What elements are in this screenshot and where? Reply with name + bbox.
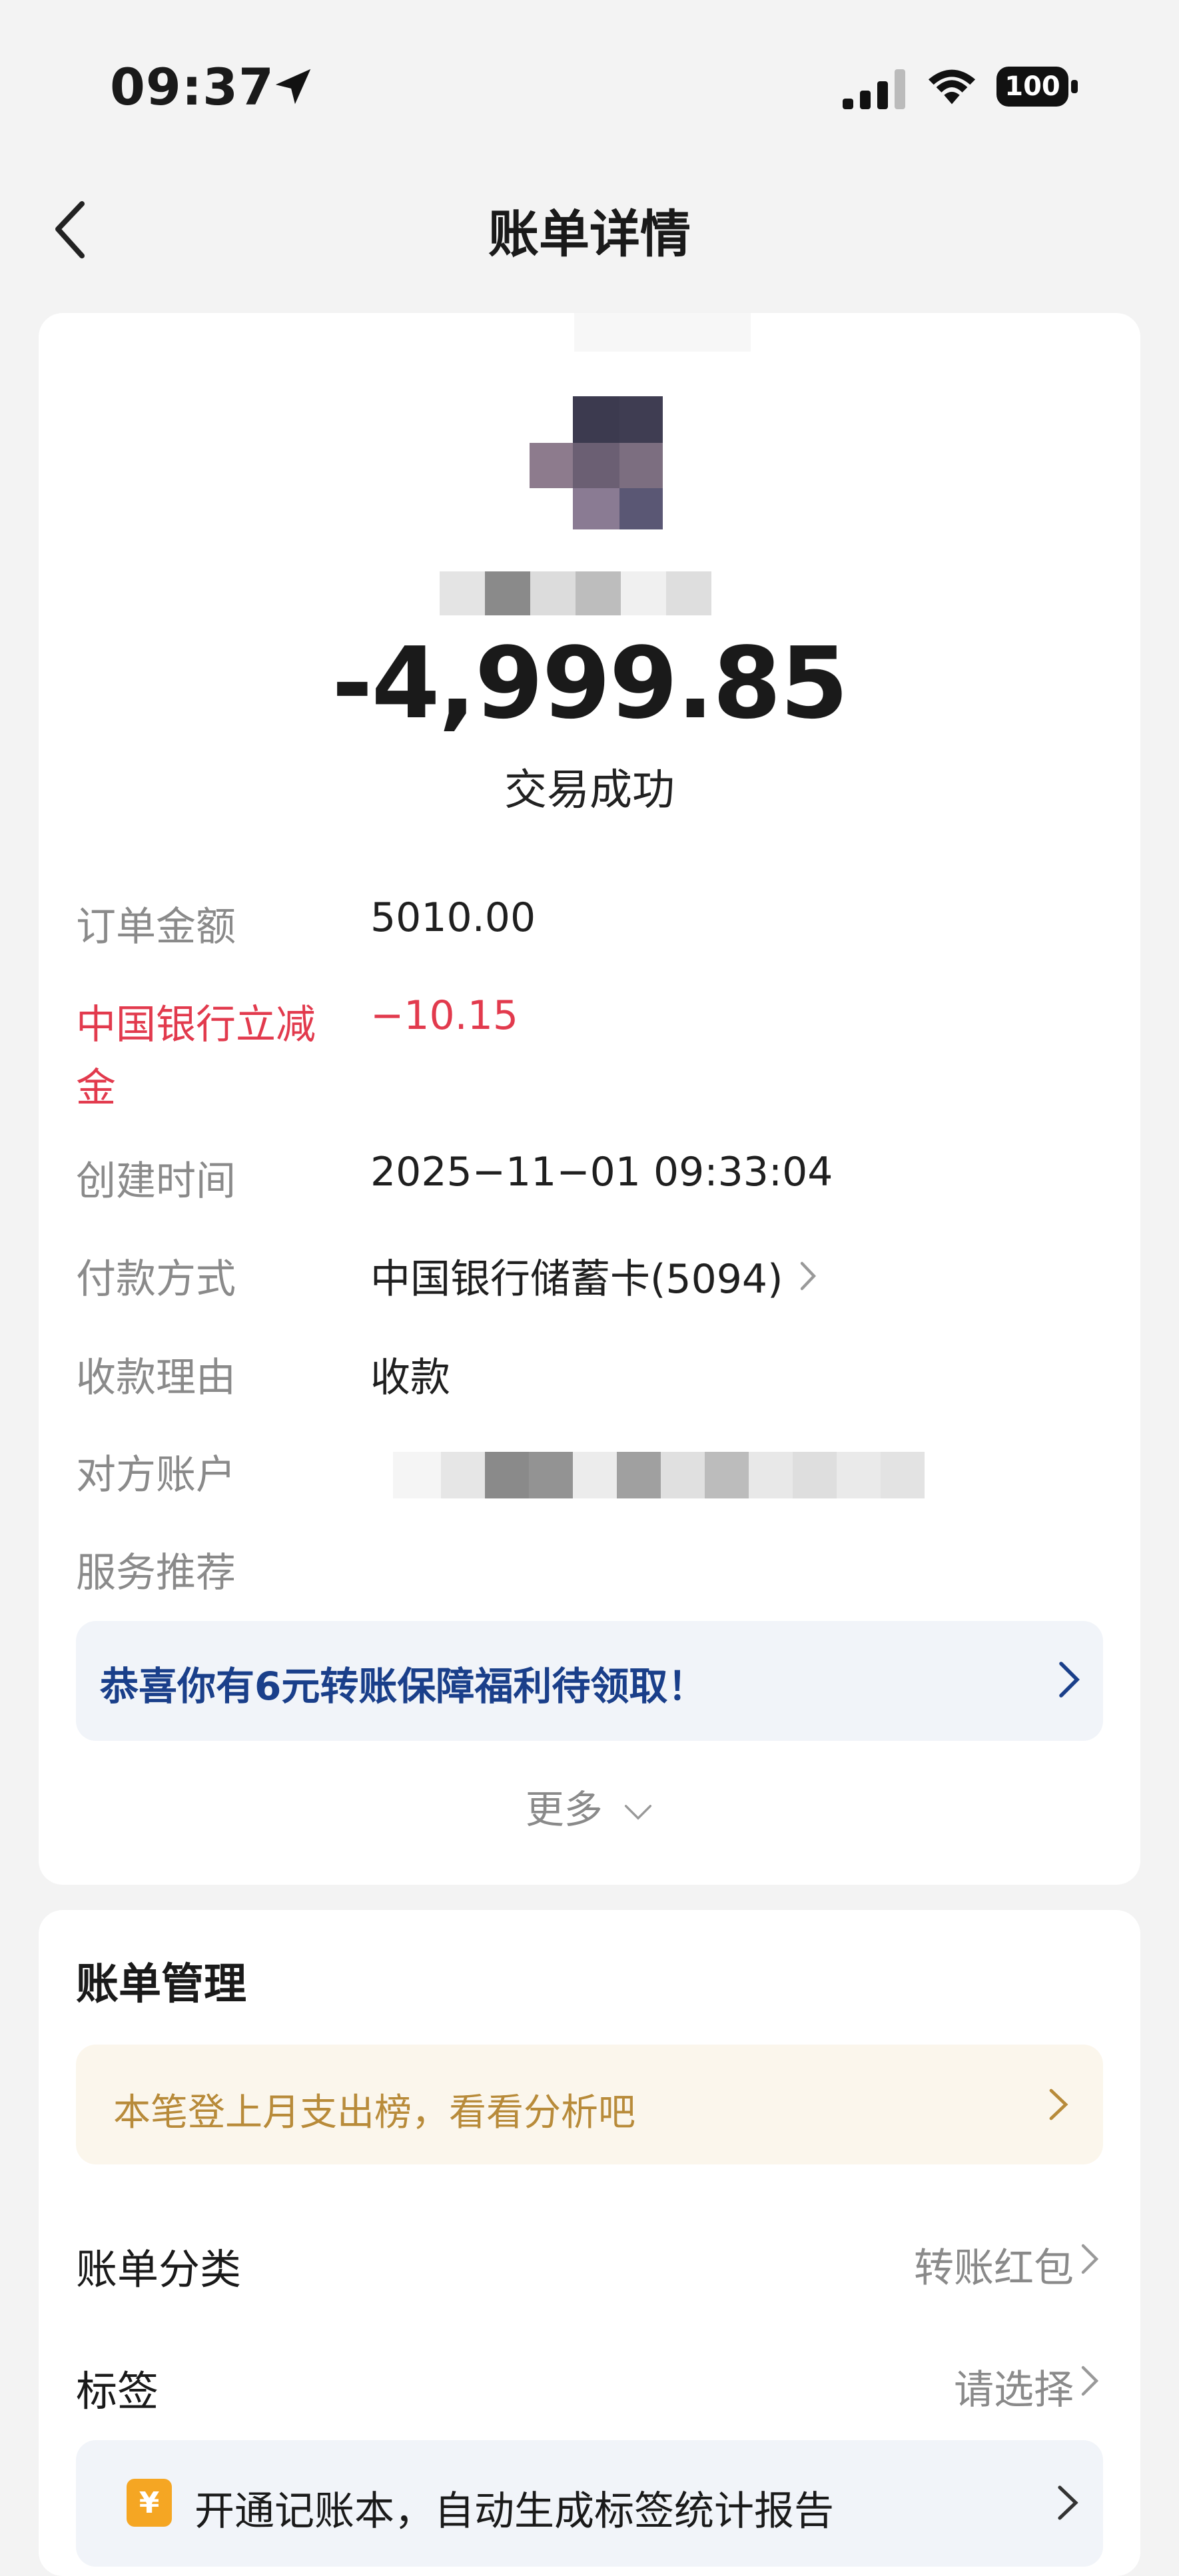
counterparty-account-redacted (393, 1452, 926, 1498)
analysis-text: 本笔登上月支出榜，看看分析吧 (113, 2091, 635, 2134)
discount-label-line1: 中国银行立减 (76, 1002, 316, 1048)
location-arrow-icon (275, 69, 311, 105)
ledger-icon-glyph: ¥ (139, 2485, 160, 2520)
created-time-label: 创建时间 (76, 1158, 236, 1205)
battery-indicator: 100 (996, 67, 1080, 107)
tag-value: 请选择 (954, 2367, 1074, 2414)
tag-label: 标签 (76, 2367, 159, 2415)
page-title: 账单详情 (488, 204, 691, 264)
order-amount-label: 订单金额 (76, 904, 236, 950)
reason-label: 收款理由 (76, 1355, 236, 1401)
more-label: 更多 (525, 1787, 603, 1832)
avatar (530, 376, 669, 529)
ledger-icon: ¥ (127, 2479, 172, 2527)
chevron-right-icon (1059, 1662, 1080, 1698)
chevron-right-icon (1049, 2089, 1068, 2120)
ledger-text: 开通记账本，自动生成标签统计报告 (195, 2488, 834, 2535)
payee-name-redacted (440, 571, 753, 615)
chevron-right-icon (1081, 2366, 1099, 2396)
payment-method-link[interactable]: 中国银行储蓄卡(5094) (370, 1247, 818, 1305)
battery-level: 100 (1004, 71, 1060, 102)
signal-icon (843, 69, 905, 109)
section-title: 账单管理 (76, 1960, 246, 2009)
payment-method-value: 中国银行储蓄卡(5094) (370, 1256, 783, 1303)
more-button[interactable]: 更多 (0, 1778, 1179, 1834)
chevron-right-icon (800, 1261, 816, 1290)
category-value: 转账红包 (914, 2245, 1074, 2292)
reason-value: 收款 (370, 1355, 450, 1401)
discount-value: −10.15 (370, 992, 519, 1039)
created-time-value: 2025−11−01 09:33:04 (370, 1149, 833, 1195)
status-time: 09:37 (110, 57, 274, 117)
category-label: 账单分类 (76, 2245, 242, 2294)
chevron-right-icon (1081, 2244, 1099, 2274)
wifi-icon (928, 69, 976, 105)
transaction-amount: -4,999.85 (332, 626, 849, 741)
transaction-status: 交易成功 (504, 766, 675, 815)
discount-label-line2: 金 (76, 1065, 116, 1112)
counterparty-label: 对方账户 (76, 1452, 236, 1498)
order-amount-value: 5010.00 (370, 894, 536, 941)
promo-text: 恭喜你有6元转账保障福利待领取！ (100, 1664, 707, 1709)
avatar-top-mask (574, 313, 751, 352)
payment-method-label: 付款方式 (76, 1256, 236, 1303)
service-recommend-label: 服务推荐 (76, 1550, 236, 1596)
chevron-down-icon (625, 1805, 652, 1820)
chevron-right-icon (1058, 2485, 1078, 2520)
